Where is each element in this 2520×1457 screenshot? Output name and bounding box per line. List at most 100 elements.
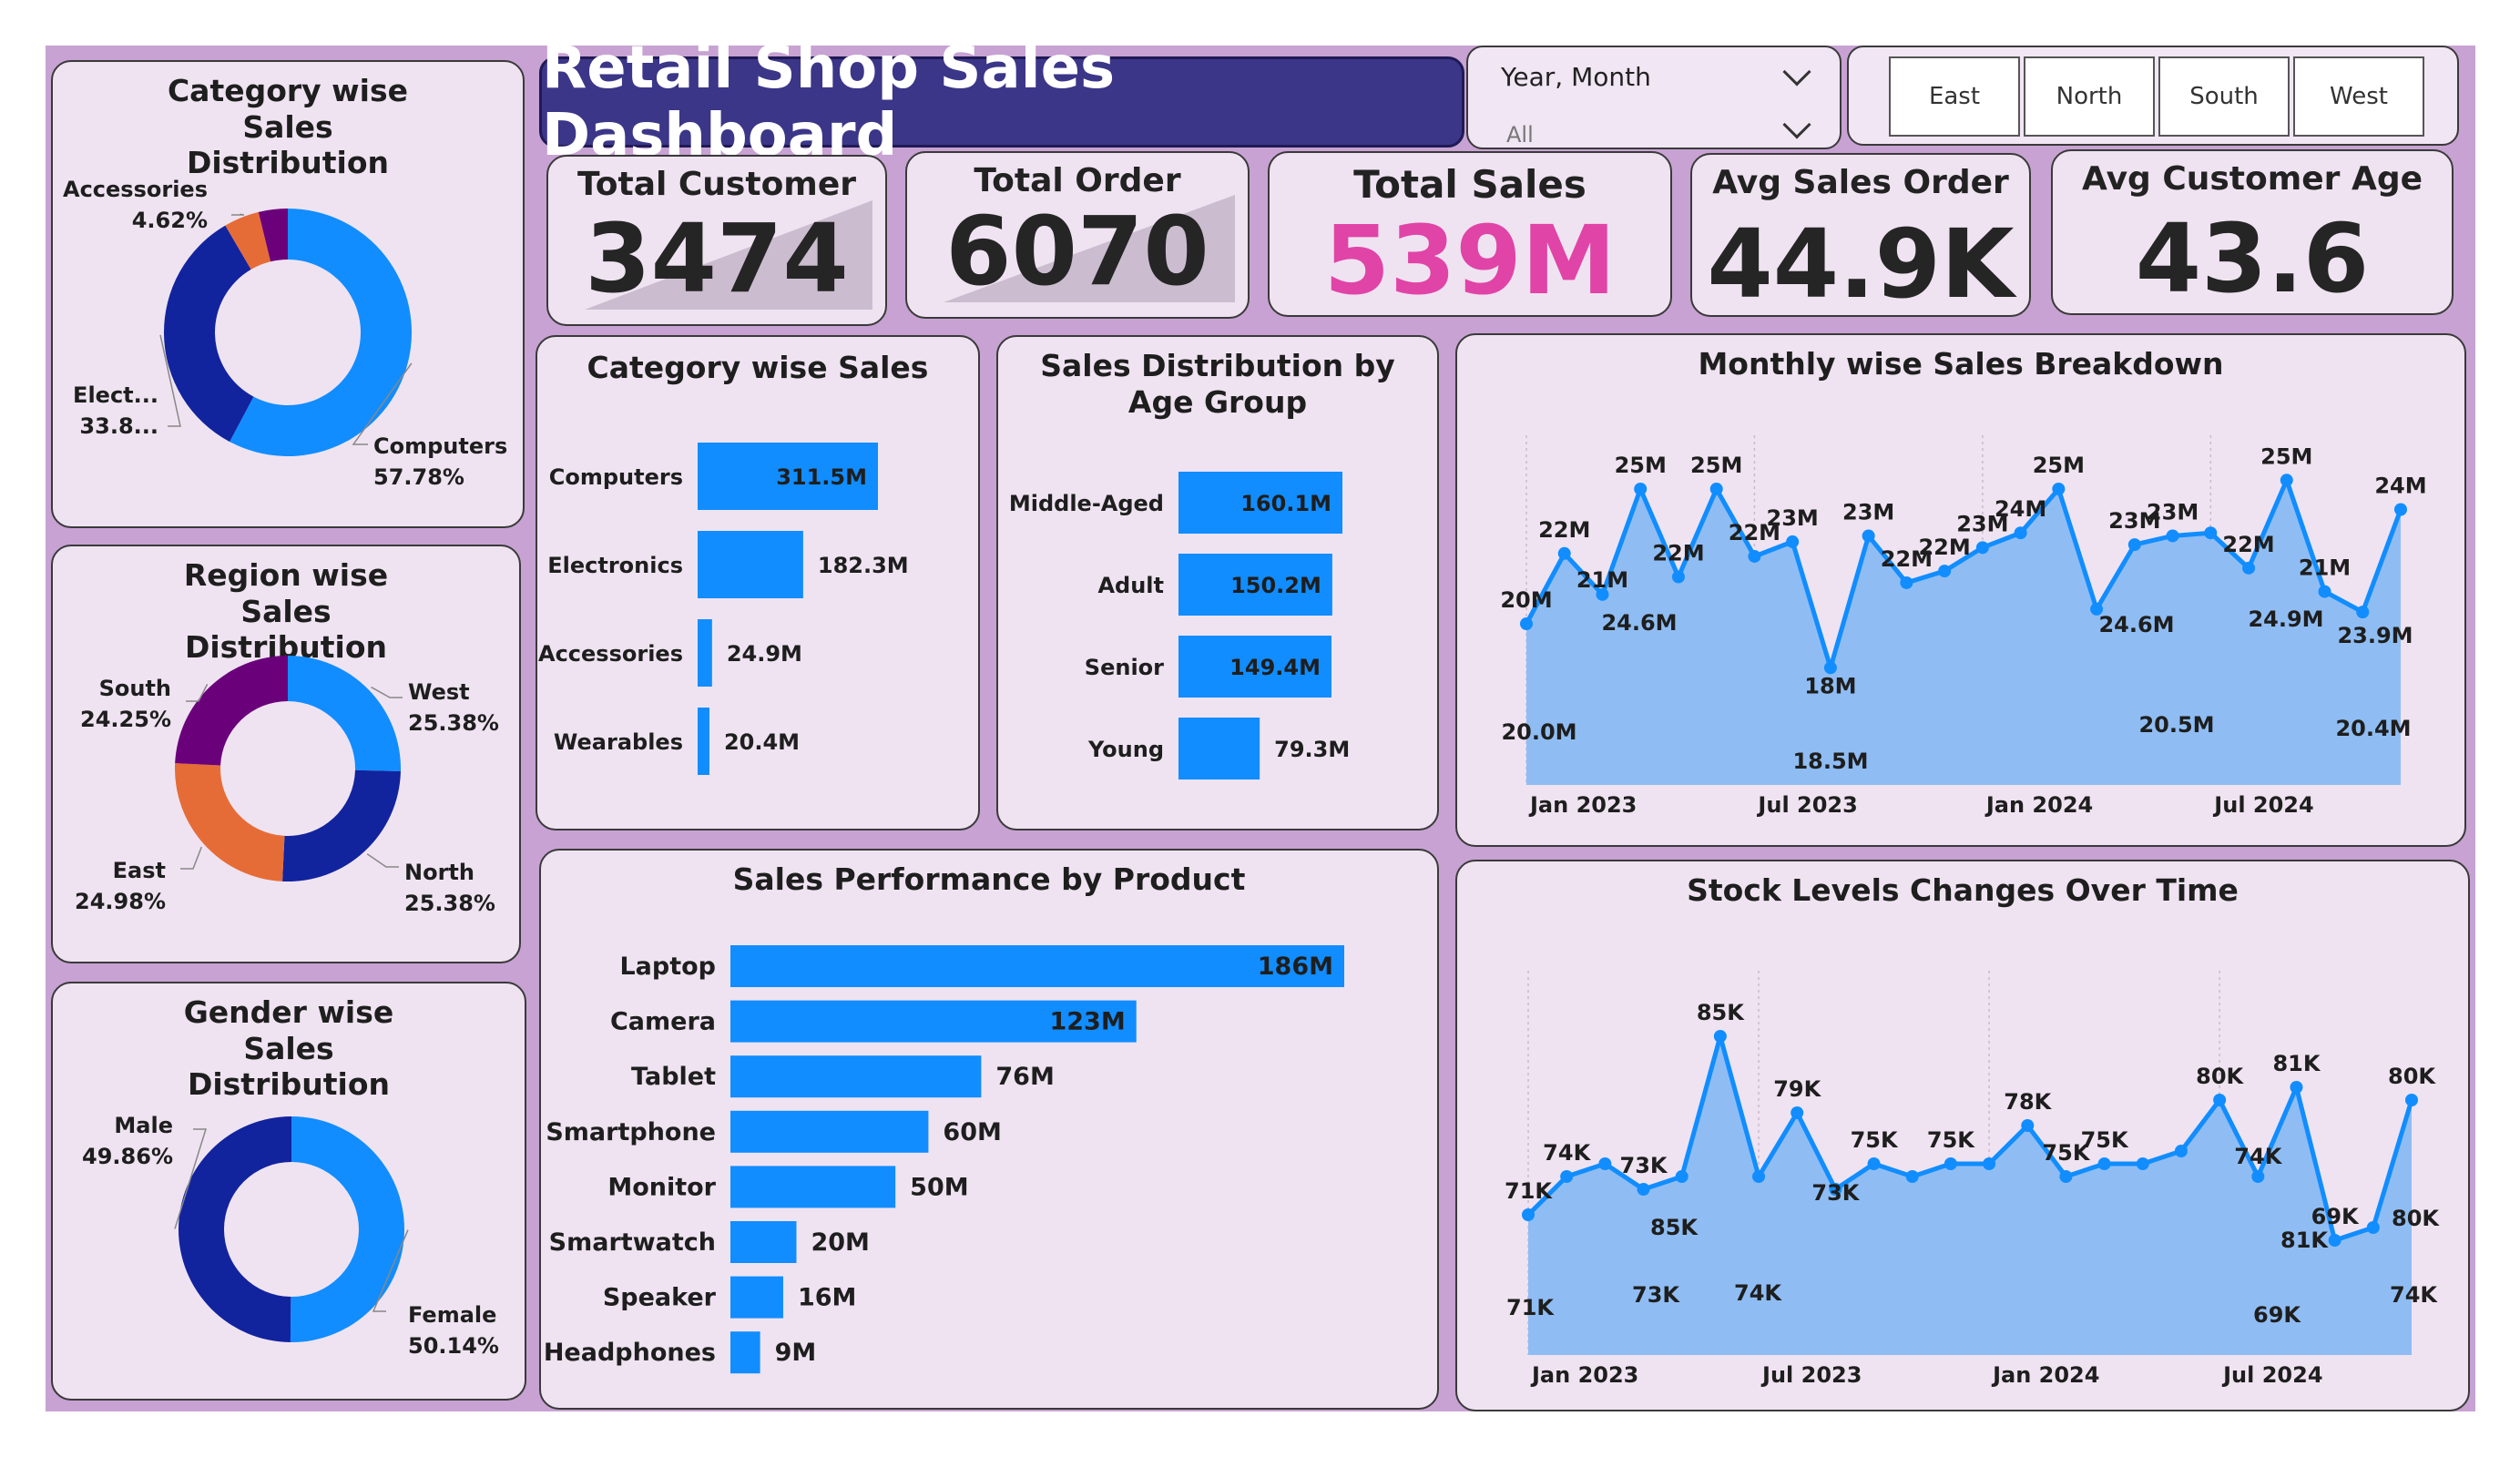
- age-group-card: Sales Distribution by Age Group Middle-A…: [996, 335, 1439, 830]
- point-label: 24M: [1995, 496, 2046, 522]
- category-label: Tablet: [631, 1063, 716, 1091]
- point-label: 85K: [1650, 1215, 1699, 1240]
- category-label: Wearables: [554, 729, 683, 755]
- donut-slice-female: [290, 1116, 405, 1342]
- region-button-south[interactable]: South: [2158, 56, 2290, 137]
- region-button-west[interactable]: West: [2293, 56, 2424, 137]
- data-point: [2290, 1081, 2303, 1094]
- point-label: 22M: [1918, 535, 1970, 560]
- category-label: Laptop: [619, 953, 716, 981]
- slice-value-label: 4.62%: [132, 208, 208, 233]
- data-point: [2021, 1119, 2035, 1132]
- point-label: 20.5M: [2138, 712, 2214, 738]
- data-point: [1634, 482, 1648, 495]
- point-label: 18M: [1804, 673, 1856, 698]
- chevron-down-icon[interactable]: [1782, 57, 1811, 87]
- donut-slice-south: [175, 656, 288, 766]
- bar-monitor: [730, 1166, 896, 1208]
- point-label: 73K: [1620, 1153, 1668, 1178]
- category-label: Smartwatch: [549, 1228, 716, 1257]
- data-point: [1867, 1157, 1881, 1170]
- point-label: 75K: [1927, 1127, 1975, 1153]
- category-donut-chart: Computers 57.78% Elect... 33.8... Accessorie…: [63, 177, 507, 490]
- bar-accessories: [698, 619, 712, 687]
- slice-value-label: 50.14%: [408, 1333, 499, 1359]
- value-label: 50M: [910, 1173, 968, 1201]
- value-label: 79.3M: [1274, 737, 1350, 762]
- dropdown-chevron-icon[interactable]: [1782, 110, 1811, 139]
- point-label: 25M: [1615, 453, 1667, 478]
- data-point: [2251, 1170, 2265, 1183]
- data-point: [1975, 541, 1989, 555]
- point-label: 73K: [1811, 1180, 1860, 1206]
- point-label: 18.5M: [1792, 749, 1868, 774]
- data-point: [1823, 661, 1837, 675]
- point-label: 22M: [2222, 532, 2274, 557]
- category-label: Adult: [1097, 573, 1164, 598]
- product-sales-card: Sales Performance by Product Laptop 186M C…: [539, 849, 1439, 1410]
- data-point: [2394, 503, 2407, 516]
- region-slicer: East North South West: [1847, 46, 2459, 146]
- bar-tablet: [730, 1055, 982, 1098]
- value-label: 20.4M: [724, 729, 800, 755]
- data-point: [1557, 546, 1571, 560]
- leader-line: [231, 213, 245, 216]
- region-button-north[interactable]: North: [2024, 56, 2155, 137]
- data-point: [2097, 1157, 2111, 1170]
- data-point: [2405, 1094, 2418, 1106]
- x-tick-label: Jul 2024: [2221, 1362, 2322, 1388]
- leader-line: [180, 846, 202, 870]
- category-label: Camera: [610, 1008, 716, 1036]
- category-label: Accessories: [538, 641, 683, 667]
- date-slicer[interactable]: Year, Month All: [1466, 46, 1842, 149]
- category-sales-chart: Computers 311.5M Electronics 182.3M Accessor…: [538, 443, 909, 775]
- point-label: 24M: [2374, 473, 2426, 498]
- point-label: 24.6M: [1601, 610, 1677, 636]
- point-label: 24.9M: [2248, 606, 2323, 632]
- slice-name-label: Accessories: [63, 177, 208, 202]
- point-label: 23M: [2147, 499, 2199, 525]
- category-label: Electronics: [547, 553, 683, 578]
- point-label: 20.4M: [2335, 716, 2411, 741]
- point-label: 25M: [1690, 453, 1742, 478]
- dashboard-title-bar: Retail Shop Sales Dashboard: [539, 35, 1464, 169]
- kpi-label: Avg Sales Order: [1712, 164, 2009, 201]
- point-label: 69K: [2311, 1204, 2360, 1229]
- point-label: 74K: [1543, 1140, 1591, 1166]
- slice-name-label: Female: [408, 1302, 496, 1328]
- value-label: 16M: [798, 1284, 856, 1312]
- point-label: 80K: [2392, 1206, 2440, 1231]
- kpi-total-customer: Total Customer 3474: [546, 155, 887, 326]
- data-point: [1748, 549, 1761, 563]
- kpi-label: Avg Customer Age: [2081, 160, 2423, 198]
- region-button-east[interactable]: East: [1889, 56, 2020, 137]
- date-slicer-label: Year, Month: [1501, 62, 1651, 92]
- value-label: 9M: [775, 1339, 817, 1367]
- point-label: 22M: [1652, 541, 1704, 566]
- date-slicer-value[interactable]: All: [1506, 122, 1534, 148]
- data-point: [1983, 1157, 1996, 1170]
- point-label: 74K: [1734, 1280, 1782, 1306]
- point-label: 25M: [2260, 443, 2312, 469]
- kpi-value: 43.6: [2135, 203, 2370, 314]
- data-point: [1905, 1170, 1919, 1183]
- value-label: 182.3M: [818, 553, 909, 578]
- value-label: 149.4M: [1229, 655, 1321, 680]
- bar-young: [1178, 718, 1260, 779]
- bar-smartwatch: [730, 1221, 797, 1263]
- slice-name-label: Computers: [373, 433, 507, 459]
- data-point: [1938, 565, 1952, 578]
- data-point: [1709, 482, 1723, 495]
- slice-value-label: 33.8...: [79, 413, 158, 439]
- point-label: 21M: [1576, 567, 1628, 593]
- monthly-sales-chart: 20M22M21M25M22M25M22M23M18M23M22M22M23M2…: [1500, 435, 2427, 818]
- monthly-sales-card: Monthly wise Sales Breakdown 20M 22M 21M 25…: [1455, 333, 2466, 847]
- region-donut-card: Region wise Sales Distribution West 25.38…: [51, 545, 521, 963]
- point-label: 81K: [2272, 1051, 2321, 1076]
- point-label: 21M: [2299, 555, 2351, 581]
- donut-slice-west: [288, 656, 401, 771]
- category-label: Speaker: [603, 1284, 717, 1312]
- data-point: [1713, 1030, 1727, 1043]
- point-label: 74K: [2234, 1144, 2282, 1169]
- data-point: [2059, 1170, 2073, 1183]
